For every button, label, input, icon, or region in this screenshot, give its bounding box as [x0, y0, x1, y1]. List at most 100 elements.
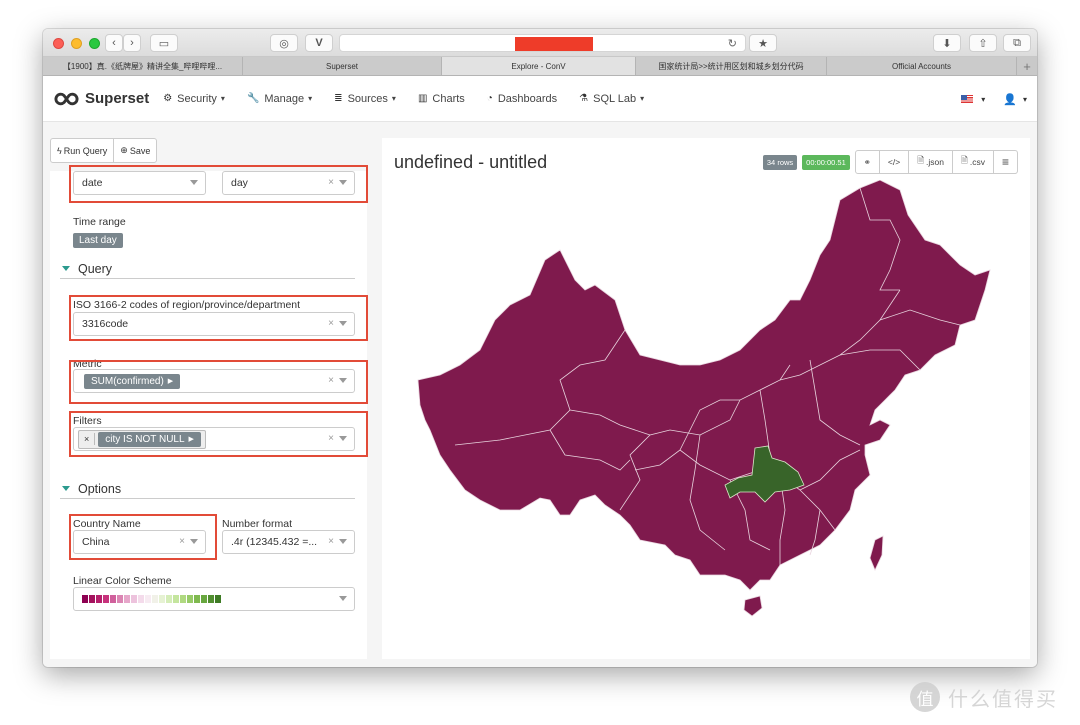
filters-select[interactable]: × city IS NOT NULL ▶ ×: [73, 427, 355, 451]
dashboard-icon: ◔: [486, 93, 493, 104]
brand[interactable]: Superset: [54, 90, 149, 107]
section-title: Query: [78, 261, 113, 276]
clear-icon[interactable]: ×: [328, 177, 334, 188]
nav-sources[interactable]: ≣ Sources ▾: [334, 93, 396, 105]
more-menu-button[interactable]: ≡: [992, 151, 1017, 173]
metric-tag[interactable]: SUM(confirmed) ▶: [84, 373, 181, 389]
country-name-select[interactable]: China ×: [73, 530, 206, 554]
back-button[interactable]: ‹: [105, 34, 123, 52]
browser-tab[interactable]: Superset: [243, 57, 442, 75]
nav-label: Dashboards: [497, 92, 558, 105]
copy-link-button[interactable]: ⚭: [856, 151, 879, 173]
title-bar: ‹ › ▭ ◎ V Not Se ↻ ★ ⬇ ⇧ ⧉: [43, 29, 1037, 57]
time-column-select[interactable]: date: [73, 171, 206, 195]
chart-actions: ⚭ </> 🗎 .json 🗎 .csv ≡: [854, 150, 1018, 174]
superset-navbar: Superset ⚙ Security ▾ 🔧 Manage ▾ ≣ Sourc…: [43, 76, 1037, 122]
time-grain-select[interactable]: day ×: [222, 171, 355, 195]
nav-dashboards[interactable]: ◔ Dashboards: [487, 93, 557, 105]
address-bar[interactable]: Not Se ↻: [339, 34, 746, 52]
export-json-button[interactable]: 🗎 .json: [908, 151, 952, 173]
caret-right-icon: ▶: [188, 436, 194, 443]
minimize-window-button[interactable]: [71, 38, 82, 49]
superset-logo-icon: [54, 92, 79, 105]
time-range-badge: Last day: [73, 233, 123, 248]
user-menu[interactable]: 👤 ▾: [1003, 93, 1027, 106]
iso-codes-label: ISO 3166-2 codes of region/province/depa…: [73, 299, 301, 311]
time-range-value[interactable]: Last day: [73, 230, 123, 248]
embed-code-button[interactable]: </>: [878, 151, 908, 173]
file-icon: 🗎: [961, 155, 968, 165]
number-format-select[interactable]: .4r (12345.432 =... ×: [222, 530, 355, 554]
database-icon: ≣: [334, 93, 343, 104]
password-extension-icon[interactable]: ◎: [270, 34, 298, 52]
dropdown-arrow-icon: [339, 321, 347, 326]
bookmark-button[interactable]: ★: [749, 34, 777, 52]
section-query[interactable]: Query: [60, 259, 355, 279]
color-swatch: [208, 595, 214, 603]
clear-icon[interactable]: ×: [179, 536, 185, 547]
clear-icon[interactable]: ×: [328, 375, 334, 386]
controls-card: date day × Time range Last day Query ISO…: [50, 165, 368, 659]
color-swatch: [89, 595, 95, 603]
clear-icon[interactable]: ×: [328, 433, 334, 444]
clear-icon[interactable]: ×: [328, 318, 334, 329]
browser-tab[interactable]: 国家统计局>>统计用区划和城乡划分代码: [636, 57, 827, 75]
dropdown-arrow-icon: [339, 539, 347, 544]
nav-security[interactable]: ⚙ Security ▾: [163, 93, 225, 105]
run-query-label: Run Query: [63, 145, 108, 156]
run-query-button[interactable]: ϟ Run Query: [51, 139, 113, 162]
tab-label: 国家统计局>>统计用区划和城乡划分代码: [658, 61, 804, 71]
new-tab-button[interactable]: +: [1017, 57, 1037, 75]
share-button[interactable]: ⇧: [969, 34, 997, 52]
remove-filter-icon[interactable]: ×: [79, 433, 96, 445]
export-csv-button[interactable]: 🗎 .csv: [952, 151, 993, 173]
forward-button[interactable]: ›: [123, 34, 141, 52]
color-swatch: [166, 595, 172, 603]
china-country-map: [417, 180, 991, 617]
bar-chart-icon: ▥: [417, 93, 428, 104]
chevron-down-icon: ▾: [391, 94, 396, 103]
close-window-button[interactable]: [53, 38, 64, 49]
query-actions: ϟ Run Query ⊕ Save: [50, 138, 158, 163]
color-swatch: [201, 595, 207, 603]
select-value: 3316code: [82, 318, 129, 330]
clear-icon[interactable]: ×: [328, 536, 334, 547]
json-label: .json: [926, 157, 945, 167]
color-scheme-swatches: [82, 595, 221, 603]
downloads-button[interactable]: ⬇: [933, 34, 961, 52]
section-options[interactable]: Options: [60, 479, 355, 499]
browser-window: ‹ › ▭ ◎ V Not Se ↻ ★ ⬇ ⇧ ⧉ 【1900】真.《纸牌屋》…: [43, 29, 1037, 667]
extension-icon[interactable]: V: [305, 34, 333, 52]
metric-select[interactable]: SUM(confirmed) ▶ ×: [73, 369, 355, 393]
color-swatch: [82, 595, 88, 603]
link-icon: ⚭: [863, 156, 871, 167]
browser-tab[interactable]: 【1900】真.《纸牌屋》精讲全集_哔哩哔哩...: [43, 57, 243, 75]
select-value: day: [231, 177, 248, 189]
nav-label: Security: [177, 92, 217, 105]
chevron-down-icon: ▾: [640, 94, 645, 103]
color-scheme-label: Linear Color Scheme: [73, 575, 172, 587]
map-region-hainan: [743, 595, 763, 617]
watermark-text: 什么值得买: [948, 688, 1058, 711]
caret-down-icon: [62, 486, 70, 491]
sidebar-toggle-button[interactable]: ▭: [150, 34, 178, 52]
language-menu[interactable]: ▾: [961, 94, 985, 104]
window-controls: [53, 38, 100, 49]
dropdown-arrow-icon: [190, 539, 198, 544]
iso-codes-select[interactable]: 3316code ×: [73, 312, 355, 336]
save-button[interactable]: ⊕ Save: [113, 139, 156, 162]
color-swatch: [124, 595, 130, 603]
browser-tab[interactable]: Official Accounts: [827, 57, 1017, 75]
nav-sql-lab[interactable]: ⚗ SQL Lab ▾: [579, 93, 644, 105]
color-scheme-select[interactable]: [73, 587, 355, 611]
nav-right: ▾ 👤 ▾: [961, 76, 1027, 122]
maximize-window-button[interactable]: [89, 38, 100, 49]
nav-charts[interactable]: ▥ Charts: [418, 93, 465, 105]
browser-tab-active[interactable]: Explore - ConV: [442, 57, 636, 75]
tabs-overview-button[interactable]: ⧉: [1003, 34, 1031, 52]
filter-tag[interactable]: city IS NOT NULL ▶: [98, 431, 201, 447]
nav-manage[interactable]: 🔧 Manage ▾: [247, 93, 312, 105]
bolt-icon: ϟ: [57, 145, 62, 156]
reload-icon[interactable]: ↻: [728, 37, 737, 50]
tab-label: Explore - ConV: [511, 61, 566, 71]
